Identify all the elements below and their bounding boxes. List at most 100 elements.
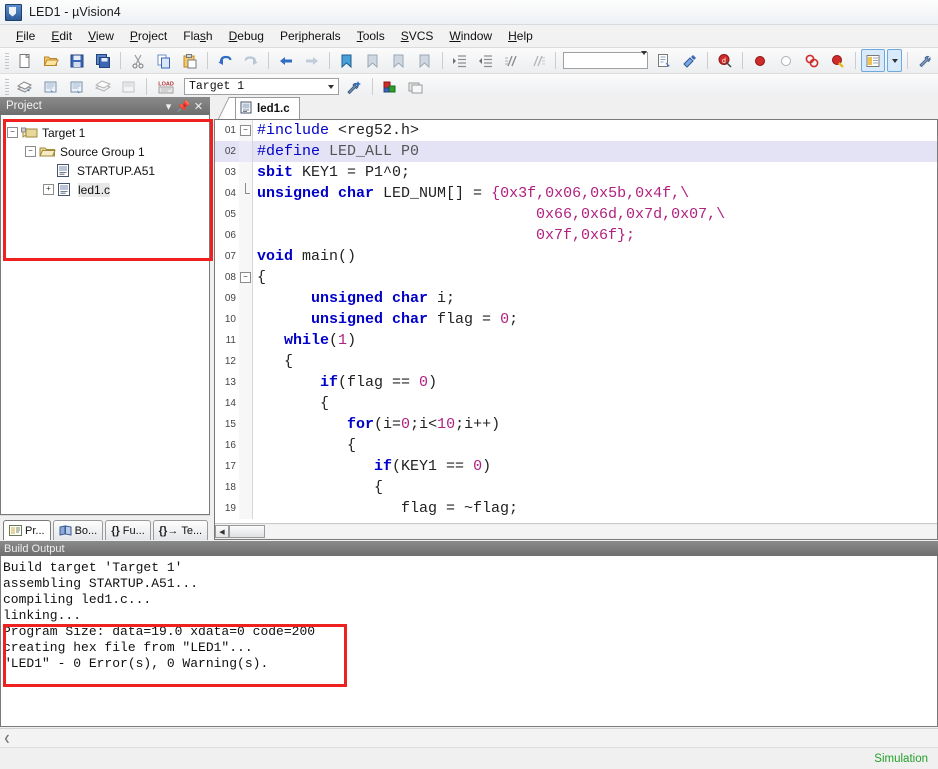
panel-tab-pr[interactable]: Pr... — [3, 520, 51, 540]
insert-file-icon[interactable] — [652, 49, 676, 72]
fold-column[interactable] — [239, 246, 253, 267]
fold-column[interactable] — [239, 477, 253, 498]
code-line[interactable]: 03 sbit KEY1 = P1^0; — [215, 162, 937, 183]
tree-node-startup-a51[interactable]: STARTUP.A51 — [7, 161, 209, 180]
code-line[interactable]: 09 unsigned char i; — [215, 288, 937, 309]
fold-column[interactable] — [239, 372, 253, 393]
hscroll-thumb[interactable] — [229, 525, 265, 538]
manage-components-icon[interactable] — [378, 75, 402, 98]
tab-led1-c[interactable]: led1.c — [235, 97, 300, 119]
tree-collapse-icon[interactable]: − — [7, 127, 18, 138]
project-tree-container[interactable]: − Target 1− Source Group 1 STARTUP.A51 + led1… — [0, 115, 210, 515]
code-line[interactable]: 06 0x7f,0x6f}; — [215, 225, 937, 246]
fold-column[interactable] — [239, 435, 253, 456]
fold-column[interactable]: − — [239, 120, 253, 141]
rebuild-all-icon[interactable] — [65, 75, 89, 98]
breakpoint-clear-all-icon[interactable] — [800, 49, 824, 72]
toolbar-grip[interactable] — [5, 78, 9, 95]
tree-collapse-icon[interactable]: − — [25, 146, 36, 157]
comment-icon[interactable] — [500, 49, 524, 72]
tree-node-target-1[interactable]: − Target 1 — [7, 123, 209, 142]
code-editor[interactable]: 01− #include <reg52.h> 02 #define LED_ALL P… — [214, 119, 938, 540]
breakpoint-disable-all-icon[interactable] — [826, 49, 850, 72]
menu-svcs[interactable]: SVCS — [393, 26, 442, 46]
breakpoint-icon[interactable] — [748, 49, 772, 72]
navigate-forward-icon[interactable] — [300, 49, 324, 72]
code-line[interactable]: 04 unsigned char LED_NUM[] = {0x3f,0x06,0… — [215, 183, 937, 204]
close-icon[interactable]: ✕ — [191, 99, 206, 113]
code-line[interactable]: 08−{ — [215, 267, 937, 288]
breakpoint-disable-icon[interactable] — [774, 49, 798, 72]
bookmark-next-icon[interactable] — [387, 49, 411, 72]
debug-start-icon[interactable]: d — [713, 49, 737, 72]
pin-icon[interactable]: 📌 — [176, 99, 191, 113]
download-icon[interactable]: LOAD — [152, 75, 180, 98]
hscroll-track[interactable] — [265, 525, 937, 538]
code-line[interactable]: 07 void main() — [215, 246, 937, 267]
batch-build-icon[interactable] — [91, 75, 115, 98]
code-line[interactable]: 17 if(KEY1 == 0) — [215, 456, 937, 477]
panel-tab-fu[interactable]: {} Fu... — [105, 520, 151, 540]
copy-icon[interactable] — [152, 49, 176, 72]
find-dropdown-icon[interactable] — [641, 50, 647, 67]
fold-column[interactable] — [239, 204, 253, 225]
scroll-left-icon[interactable]: ❮ — [0, 730, 14, 746]
fold-column[interactable] — [239, 309, 253, 330]
menu-tools[interactable]: Tools — [349, 26, 393, 46]
bottom-scrollbar[interactable]: ❮ — [0, 728, 938, 748]
code-line[interactable]: 10 unsigned char flag = 0; — [215, 309, 937, 330]
build-output-text[interactable]: Build target 'Target 1' assembling STARTU… — [0, 556, 938, 727]
fold-column[interactable] — [239, 393, 253, 414]
menu-peripherals[interactable]: Peripherals — [272, 26, 349, 46]
save-icon[interactable] — [65, 49, 89, 72]
uncomment-icon[interactable] — [526, 49, 550, 72]
menu-file[interactable]: File — [8, 26, 43, 46]
window-layout-dropdown-icon[interactable] — [887, 49, 902, 72]
target-selector[interactable]: Target 1 — [184, 78, 339, 95]
code-line[interactable]: 05 0x66,0x6d,0x7d,0x07,\ — [215, 204, 937, 225]
manage-multi-project-icon[interactable] — [404, 75, 428, 98]
menu-flash[interactable]: Flash — [175, 26, 220, 46]
code-line[interactable]: 19 flag = ~flag; — [215, 498, 937, 519]
menu-view[interactable]: View — [80, 26, 122, 46]
dropdown-icon[interactable]: ▾ — [161, 99, 176, 113]
code-line[interactable]: 11 while(1) — [215, 330, 937, 351]
configure-icon[interactable] — [913, 49, 937, 72]
navigate-back-icon[interactable] — [274, 49, 298, 72]
code-line[interactable]: 15 for(i=0;i<10;i++) — [215, 414, 937, 435]
code-line[interactable]: 01− #include <reg52.h> — [215, 120, 937, 141]
fold-column[interactable] — [239, 456, 253, 477]
panel-tab-bo[interactable]: Bo... — [52, 520, 104, 540]
fold-column[interactable] — [239, 162, 253, 183]
fold-column[interactable] — [239, 498, 253, 519]
fold-collapse-icon[interactable]: − — [240, 272, 251, 283]
indent-icon[interactable] — [448, 49, 472, 72]
code-line[interactable]: 18 { — [215, 477, 937, 498]
fold-collapse-icon[interactable]: − — [240, 125, 251, 136]
tree-node-source-group-1[interactable]: − Source Group 1 — [7, 142, 209, 161]
stop-build-icon[interactable] — [117, 75, 141, 98]
menu-help[interactable]: Help — [500, 26, 541, 46]
menu-debug[interactable]: Debug — [221, 26, 272, 46]
chevron-down-icon[interactable] — [323, 79, 338, 94]
fold-column[interactable] — [239, 330, 253, 351]
tree-node-led1-c[interactable]: + led1.c — [7, 180, 209, 199]
fold-column[interactable] — [239, 414, 253, 435]
save-all-icon[interactable] — [91, 49, 115, 72]
fold-column[interactable] — [239, 183, 253, 204]
code-line[interactable]: 12 { — [215, 351, 937, 372]
fold-column[interactable] — [239, 351, 253, 372]
bookmark-clear-icon[interactable] — [413, 49, 437, 72]
outdent-icon[interactable] — [474, 49, 498, 72]
panel-tab-te[interactable]: {}→ Te... — [152, 520, 209, 540]
find-input[interactable] — [563, 50, 648, 69]
menu-edit[interactable]: Edit — [43, 26, 80, 46]
toolbar-grip[interactable] — [5, 52, 9, 69]
window-layout-icon[interactable] — [861, 49, 885, 72]
open-file-icon[interactable] — [39, 49, 63, 72]
redo-icon[interactable] — [239, 49, 263, 72]
scroll-left-icon[interactable]: ◀ — [215, 525, 229, 538]
editor-hscrollbar[interactable]: ◀ — [215, 523, 937, 539]
bookmark-toggle-icon[interactable] — [335, 49, 359, 72]
code-line[interactable]: 16 { — [215, 435, 937, 456]
